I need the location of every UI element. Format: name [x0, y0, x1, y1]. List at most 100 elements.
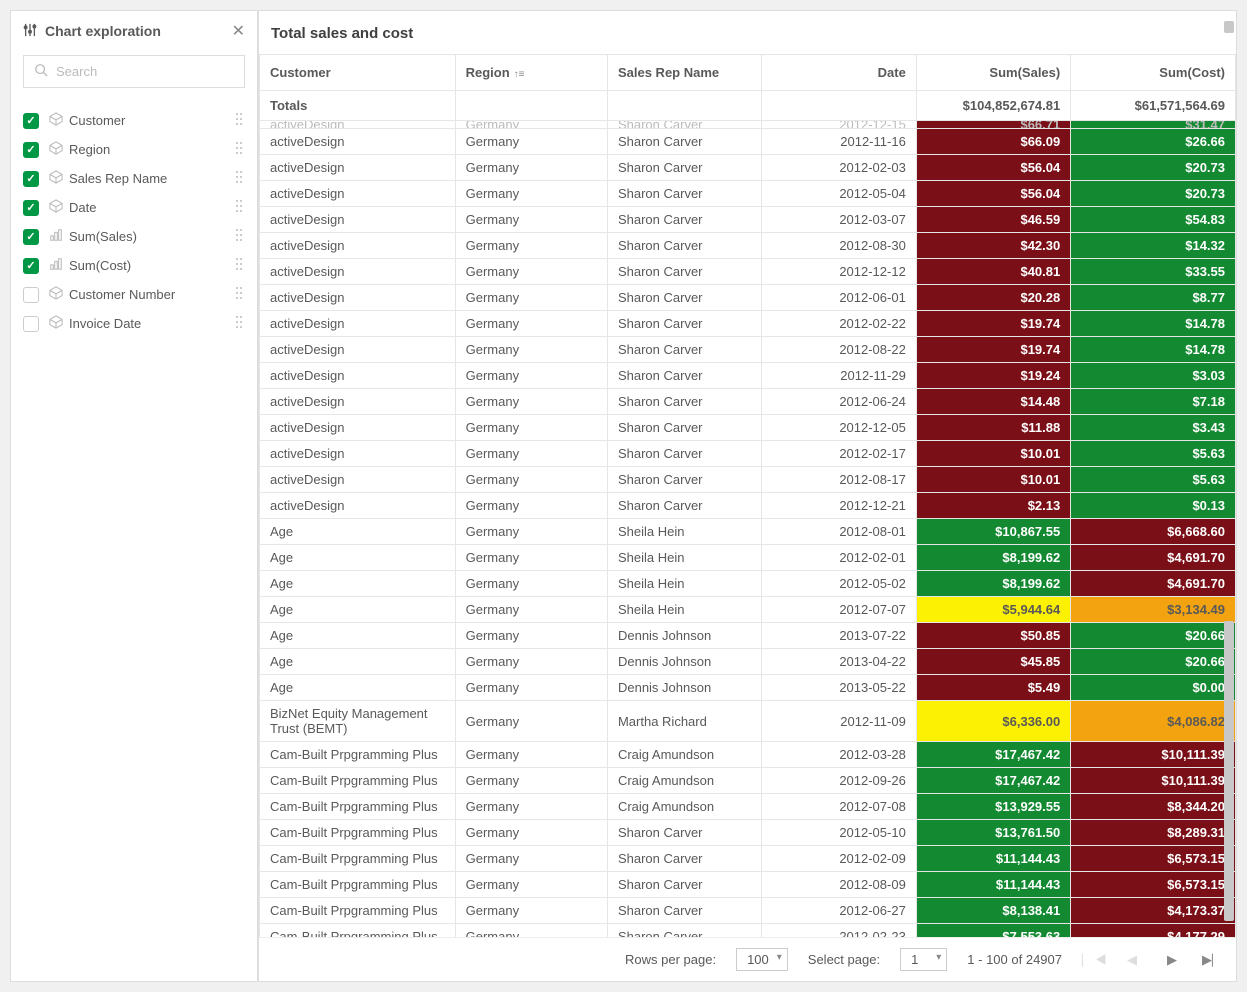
cell-customer[interactable]: Cam-Built Prpgramming Plus — [260, 846, 456, 872]
cell-sales[interactable]: $66.09 — [916, 129, 1070, 155]
select-page-select[interactable]: 1 — [900, 948, 947, 971]
cell-sales[interactable]: $8,199.62 — [916, 545, 1070, 571]
cell-cost[interactable]: $20.73 — [1071, 181, 1236, 207]
table-row[interactable]: AgeGermanyDennis Johnson2013-05-22$5.49$… — [260, 675, 1236, 701]
cell-sales[interactable]: $56.04 — [916, 181, 1070, 207]
cell-sales[interactable]: $10,867.55 — [916, 519, 1070, 545]
table-row[interactable]: Cam-Built Prpgramming PlusGermanyCraig A… — [260, 794, 1236, 820]
cell-date[interactable]: 2012-08-30 — [762, 233, 916, 259]
cell-region[interactable]: Germany — [455, 597, 607, 623]
cell-sales[interactable]: $14.48 — [916, 389, 1070, 415]
table-row[interactable]: AgeGermanyDennis Johnson2013-07-22$50.85… — [260, 623, 1236, 649]
field-item[interactable]: Sum(Sales) — [23, 222, 245, 251]
field-item[interactable]: Customer — [23, 106, 245, 135]
cell-sales[interactable]: $11.88 — [916, 415, 1070, 441]
table-row[interactable]: Cam-Built Prpgramming PlusGermanyCraig A… — [260, 768, 1236, 794]
cell-region[interactable]: Germany — [455, 545, 607, 571]
cell-region[interactable]: Germany — [455, 493, 607, 519]
search-input-wrap[interactable] — [23, 55, 245, 88]
cell-sales[interactable]: $20.28 — [916, 285, 1070, 311]
drag-handle-icon[interactable] — [233, 315, 245, 332]
cell-rep[interactable]: Sharon Carver — [607, 311, 761, 337]
cell-date[interactable]: 2012-02-09 — [762, 846, 916, 872]
cell-sales[interactable]: $11,144.43 — [916, 846, 1070, 872]
cell-sales[interactable]: $45.85 — [916, 649, 1070, 675]
cell-sales[interactable]: $40.81 — [916, 259, 1070, 285]
cell-date[interactable]: 2012-08-17 — [762, 467, 916, 493]
table-row[interactable]: Cam-Built Prpgramming PlusGermanySharon … — [260, 846, 1236, 872]
cell-date[interactable]: 2013-04-22 — [762, 649, 916, 675]
checkbox[interactable] — [23, 229, 39, 245]
cell-customer[interactable]: Cam-Built Prpgramming Plus — [260, 820, 456, 846]
cell-rep[interactable]: Sharon Carver — [607, 872, 761, 898]
cell-date[interactable]: 2012-08-09 — [762, 872, 916, 898]
cell-cost[interactable]: $8,344.20 — [1071, 794, 1236, 820]
cell-cost[interactable]: $26.66 — [1071, 129, 1236, 155]
cell-date[interactable]: 2012-02-01 — [762, 545, 916, 571]
scroll-thumb[interactable] — [1224, 621, 1234, 921]
cell-customer[interactable]: Age — [260, 675, 456, 701]
cell-date[interactable]: 2013-07-22 — [762, 623, 916, 649]
table-row[interactable]: activeDesignGermanySharon Carver2012-08-… — [260, 337, 1236, 363]
cell-rep[interactable]: Martha Richard — [607, 701, 761, 742]
checkbox[interactable] — [23, 142, 39, 158]
prev-page-icon[interactable]: ◀ — [1122, 952, 1142, 968]
cell-date[interactable]: 2012-11-29 — [762, 363, 916, 389]
cell-sales[interactable]: $8,138.41 — [916, 898, 1070, 924]
cell-sales[interactable]: $19.24 — [916, 363, 1070, 389]
cell-cost[interactable]: $10,111.39 — [1071, 768, 1236, 794]
cell-cost[interactable]: $4,691.70 — [1071, 545, 1236, 571]
checkbox[interactable] — [23, 316, 39, 332]
cell-cost[interactable]: $6,573.15 — [1071, 846, 1236, 872]
cell-rep[interactable]: Sharon Carver — [607, 924, 761, 938]
cell-sales[interactable]: $50.85 — [916, 623, 1070, 649]
cell-region[interactable]: Germany — [455, 285, 607, 311]
cell-region[interactable]: Germany — [455, 337, 607, 363]
cell-date[interactable]: 2012-05-02 — [762, 571, 916, 597]
cell-date[interactable]: 2012-09-26 — [762, 768, 916, 794]
table-row[interactable]: Cam-Built Prpgramming PlusGermanySharon … — [260, 898, 1236, 924]
cell-cost[interactable]: $4,691.70 — [1071, 571, 1236, 597]
cell-date[interactable]: 2012-08-22 — [762, 337, 916, 363]
table-row[interactable]: activeDesignGermanySharon Carver2012-05-… — [260, 181, 1236, 207]
table-row[interactable]: AgeGermanySheila Hein2012-08-01$10,867.5… — [260, 519, 1236, 545]
cell-customer[interactable]: Cam-Built Prpgramming Plus — [260, 742, 456, 768]
drag-handle-icon[interactable] — [233, 228, 245, 245]
cell-customer[interactable]: activeDesign — [260, 207, 456, 233]
table-row[interactable]: activeDesignGermanySharon Carver2012-02-… — [260, 311, 1236, 337]
cell-date[interactable]: 2012-02-17 — [762, 441, 916, 467]
table-row[interactable]: Cam-Built Prpgramming PlusGermanySharon … — [260, 924, 1236, 938]
cell-cost[interactable]: $14.32 — [1071, 233, 1236, 259]
cell-cost[interactable]: $4,086.82 — [1071, 701, 1236, 742]
field-item[interactable]: Sum(Cost) — [23, 251, 245, 280]
cell-rep[interactable]: Sharon Carver — [607, 233, 761, 259]
cell-region[interactable]: Germany — [455, 129, 607, 155]
cell-customer[interactable]: Age — [260, 649, 456, 675]
table-row[interactable]: AgeGermanySheila Hein2012-02-01$8,199.62… — [260, 545, 1236, 571]
cell-customer[interactable]: activeDesign — [260, 389, 456, 415]
cell-rep[interactable]: Sharon Carver — [607, 415, 761, 441]
cell-customer[interactable]: Age — [260, 623, 456, 649]
cell-sales[interactable]: $46.59 — [916, 207, 1070, 233]
cell-rep[interactable]: Sharon Carver — [607, 129, 761, 155]
cell-sales[interactable]: $7,553.63 — [916, 924, 1070, 938]
cell-rep[interactable]: Sharon Carver — [607, 389, 761, 415]
cell-date[interactable]: 2012-05-04 — [762, 181, 916, 207]
cell-rep[interactable]: Craig Amundson — [607, 742, 761, 768]
cell-region[interactable]: Germany — [455, 155, 607, 181]
field-item[interactable]: Region — [23, 135, 245, 164]
cell-region[interactable]: Germany — [455, 846, 607, 872]
cell-customer[interactable]: BizNet Equity Management Trust (BEMT) — [260, 701, 456, 742]
cell-rep[interactable]: Craig Amundson — [607, 768, 761, 794]
cell-customer[interactable]: Cam-Built Prpgramming Plus — [260, 872, 456, 898]
cell-region[interactable]: Germany — [455, 181, 607, 207]
cell-sales[interactable]: $17,467.42 — [916, 768, 1070, 794]
table-row[interactable]: activeDesignGermanySharon Carver2012-12-… — [260, 493, 1236, 519]
cell-rep[interactable]: Sheila Hein — [607, 597, 761, 623]
cell-region[interactable]: Germany — [455, 675, 607, 701]
cell-region[interactable]: Germany — [455, 389, 607, 415]
cell-region[interactable]: Germany — [455, 467, 607, 493]
field-item[interactable]: Customer Number — [23, 280, 245, 309]
cell-rep[interactable]: Dennis Johnson — [607, 649, 761, 675]
cell-customer[interactable]: Cam-Built Prpgramming Plus — [260, 924, 456, 938]
